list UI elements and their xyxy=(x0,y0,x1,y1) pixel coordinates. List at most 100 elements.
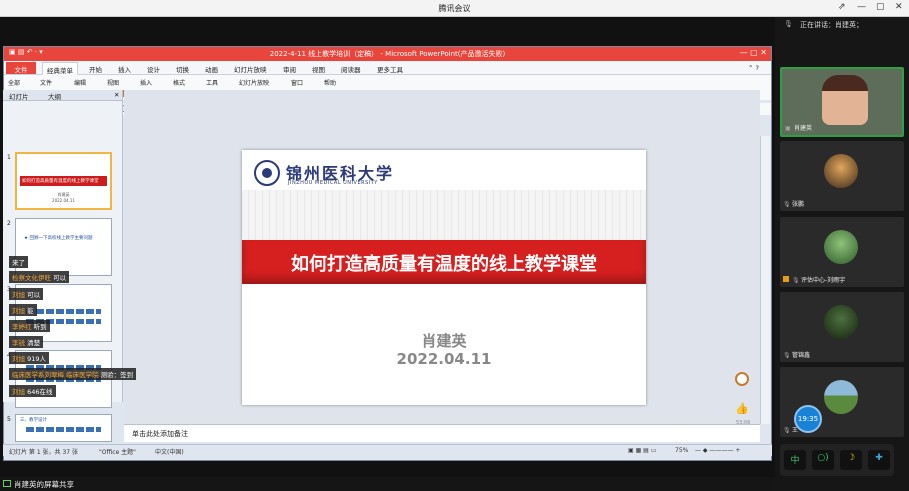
tab-reader[interactable]: 阅读器 xyxy=(341,64,361,74)
panel-tabs: 幻灯片 大纲 ✕ xyxy=(3,90,122,101)
ribbon-tabs: 文件 经典菜单 开始 插入 设计 切换 动画 幻灯片放映 审阅 视图 阅读器 更… xyxy=(4,61,771,75)
notes-placeholder: 单击此处添加备注 xyxy=(132,430,188,438)
tab-view[interactable]: 视图 xyxy=(312,64,325,74)
participant-avatar xyxy=(824,305,858,339)
ppt-window-controls-icon[interactable]: — ▢ ✕ xyxy=(740,48,767,57)
thumb5-title: 三、教学设计 xyxy=(20,418,47,423)
screen-share-label: 肖建英的屏幕共享 xyxy=(14,480,74,489)
chat-message: 刘旭 919人 xyxy=(9,352,49,364)
app-title: 腾讯会议 xyxy=(438,4,471,13)
zoom-level: 75% xyxy=(675,447,689,454)
chat-message: 临床医学系刘翠梅 临床医学院 测验：签到 xyxy=(9,368,137,380)
meeting-toolbar: 中 ○) ☽ ✚ xyxy=(780,444,894,476)
audio-button[interactable]: ○) xyxy=(812,450,834,470)
slide-scrollbar[interactable] xyxy=(760,136,770,424)
slide-date: 2022.04.11 xyxy=(396,350,492,368)
menu-view[interactable]: 视图 xyxy=(107,78,119,87)
panel-close-icon[interactable]: ✕ xyxy=(114,91,119,99)
chat-message: 刘旭 646在线 xyxy=(9,385,56,397)
participant-avatar xyxy=(824,154,858,188)
tab-more-tools[interactable]: 更多工具 xyxy=(377,64,403,74)
participant-name: 🎙张鹏 xyxy=(783,201,805,208)
university-seal-icon xyxy=(254,160,280,186)
menu-window[interactable]: 窗口 xyxy=(291,78,303,87)
pin-icon[interactable]: ⇗ xyxy=(838,2,846,12)
menu-insert[interactable]: 插入 xyxy=(140,78,152,87)
menu-tools[interactable]: 工具 xyxy=(206,78,218,87)
participant-avatar xyxy=(824,380,858,414)
thumb-headline: 如何打造高质量有温度的线上教学课堂 xyxy=(22,179,99,184)
tab-review[interactable]: 审阅 xyxy=(283,64,296,74)
slide-thumbnail-1[interactable]: 如何打造高质量有温度的线上教学课堂 肖建英 2022.04.11 xyxy=(15,152,112,210)
participant-name: 🎙管锦鑫 xyxy=(783,352,811,359)
campus-sketch-image xyxy=(242,190,646,240)
participant-tile[interactable]: 🎙管锦鑫 xyxy=(780,292,904,362)
ime-button[interactable]: 中 xyxy=(784,450,806,470)
notes-pane[interactable]: 单击此处添加备注 xyxy=(124,424,760,442)
university-name-en: JINZHOU MEDICAL UNIVERSITY xyxy=(288,180,378,186)
slide-count: 幻灯片 第 1 张，共 37 张 xyxy=(9,449,78,456)
maximize-button[interactable]: ▢ xyxy=(876,2,885,12)
theme-name: "Office 主题" xyxy=(99,449,136,456)
participant-tile[interactable]: ▣ 肖建英 xyxy=(780,67,904,137)
menu-file[interactable]: 文件 xyxy=(40,78,52,87)
participant-tile[interactable]: 🎙张鹏 xyxy=(780,141,904,211)
participant-name: ▣ 肖建英 xyxy=(785,125,813,132)
tab-insert[interactable]: 插入 xyxy=(118,64,131,74)
chat-message: 李婷红 听到 xyxy=(9,320,50,332)
apps-button[interactable]: ✚ xyxy=(868,450,890,470)
slide-thumbnail-5[interactable]: 三、教学设计 xyxy=(15,414,112,442)
speaker-indicator-icon xyxy=(735,372,749,386)
tab-classic-menu[interactable]: 经典菜单 xyxy=(42,62,78,75)
language: 中文(中国) xyxy=(155,449,184,456)
speaking-label: 正在讲话：肖建英； xyxy=(800,21,863,29)
slide-headline: 如何打造高质量有温度的线上教学课堂 xyxy=(291,254,597,275)
participant-tile[interactable]: 🎙王 19:35 xyxy=(780,367,904,437)
slide-author: 肖建英 xyxy=(421,332,467,350)
zoom-slider[interactable]: — ◆ ———— + xyxy=(695,447,740,454)
thumb-table xyxy=(26,427,101,432)
classic-menu-bar: 全部 文件 编辑 视图 插入 格式 工具 幻灯片放映 窗口 帮助 xyxy=(4,75,771,88)
microphone-icon: 🎙 xyxy=(784,20,793,28)
slide-thumbnail-2[interactable]: ★ 回顾一下高校线上教学主要问题 xyxy=(15,218,112,276)
participant-sidebar: 🎙 正在讲话：肖建英； ▣ 肖建英 🎙张鹏 🎙评估中心-刘雨宇 🎙管锦鑫 🎙王 1… xyxy=(775,17,909,491)
current-slide[interactable]: 锦州医科大学 JINZHOU MEDICAL UNIVERSITY 如何打造高质… xyxy=(242,150,646,405)
menu-help[interactable]: 帮助 xyxy=(324,78,336,87)
tab-home[interactable]: 开始 xyxy=(89,64,102,74)
meeting-title-bar: 腾讯会议 ⇗ — ▢ ✕ xyxy=(0,0,909,17)
participant-video xyxy=(822,75,868,125)
status-bar: 幻灯片 第 1 张，共 37 张 "Office 主题" 中文(中国) ▣ ▦ … xyxy=(3,444,772,456)
thumb2-title: ★ 回顾一下高校线上教学主要问题 xyxy=(24,236,93,241)
chat-message: 来了 xyxy=(9,256,28,268)
tab-transitions[interactable]: 切换 xyxy=(176,64,189,74)
speaking-indicator: 🎙 正在讲话：肖建英； xyxy=(780,17,909,31)
minimize-button[interactable]: — xyxy=(857,2,866,12)
screen-share-bar: 肖建英的屏幕共享 xyxy=(0,477,909,491)
participant-avatar xyxy=(824,230,858,264)
thumb-number: 1 xyxy=(7,154,11,161)
tab-design[interactable]: 设计 xyxy=(147,64,160,74)
menu-all[interactable]: 全部 xyxy=(8,78,20,87)
close-button[interactable]: ✕ xyxy=(895,2,903,12)
tab-animations[interactable]: 动画 xyxy=(205,64,218,74)
tab-slides[interactable]: 幻灯片 xyxy=(9,91,29,101)
thumb-table xyxy=(26,309,101,314)
view-buttons-icon[interactable]: ▣ ▦ ▤ ▭ xyxy=(628,447,656,454)
thumb-date: 2022.04.11 xyxy=(52,198,75,203)
menu-slideshow[interactable]: 幻灯片放映 xyxy=(239,78,269,87)
thumbs-up-icon[interactable]: 👍 xyxy=(735,402,749,415)
menu-edit[interactable]: 编辑 xyxy=(74,78,86,87)
menu-format[interactable]: 格式 xyxy=(173,78,185,87)
tab-file[interactable]: 文件 xyxy=(6,62,36,74)
tab-outline[interactable]: 大纲 xyxy=(48,91,61,101)
tab-slideshow[interactable]: 幻灯片放映 xyxy=(234,64,267,74)
chat-message: 刘旭 能 xyxy=(9,304,37,316)
night-mode-button[interactable]: ☽ xyxy=(840,450,862,470)
participant-name: 🎙评估中心-刘雨宇 xyxy=(783,275,845,284)
clock-badge: 19:35 xyxy=(794,405,822,433)
ribbon-collapse-icon[interactable]: ⌃ ? xyxy=(748,64,759,72)
participant-tile[interactable]: 🎙评估中心-刘雨宇 xyxy=(780,217,904,287)
ppt-title-bar: ▣ ▤ ↶ · ▾ 2022-4-11 线上教学培训（定稿） - Microso… xyxy=(4,47,771,61)
title-banner: 如何打造高质量有温度的线上教学课堂 xyxy=(242,240,646,284)
thumb-number: 5 xyxy=(7,416,11,423)
